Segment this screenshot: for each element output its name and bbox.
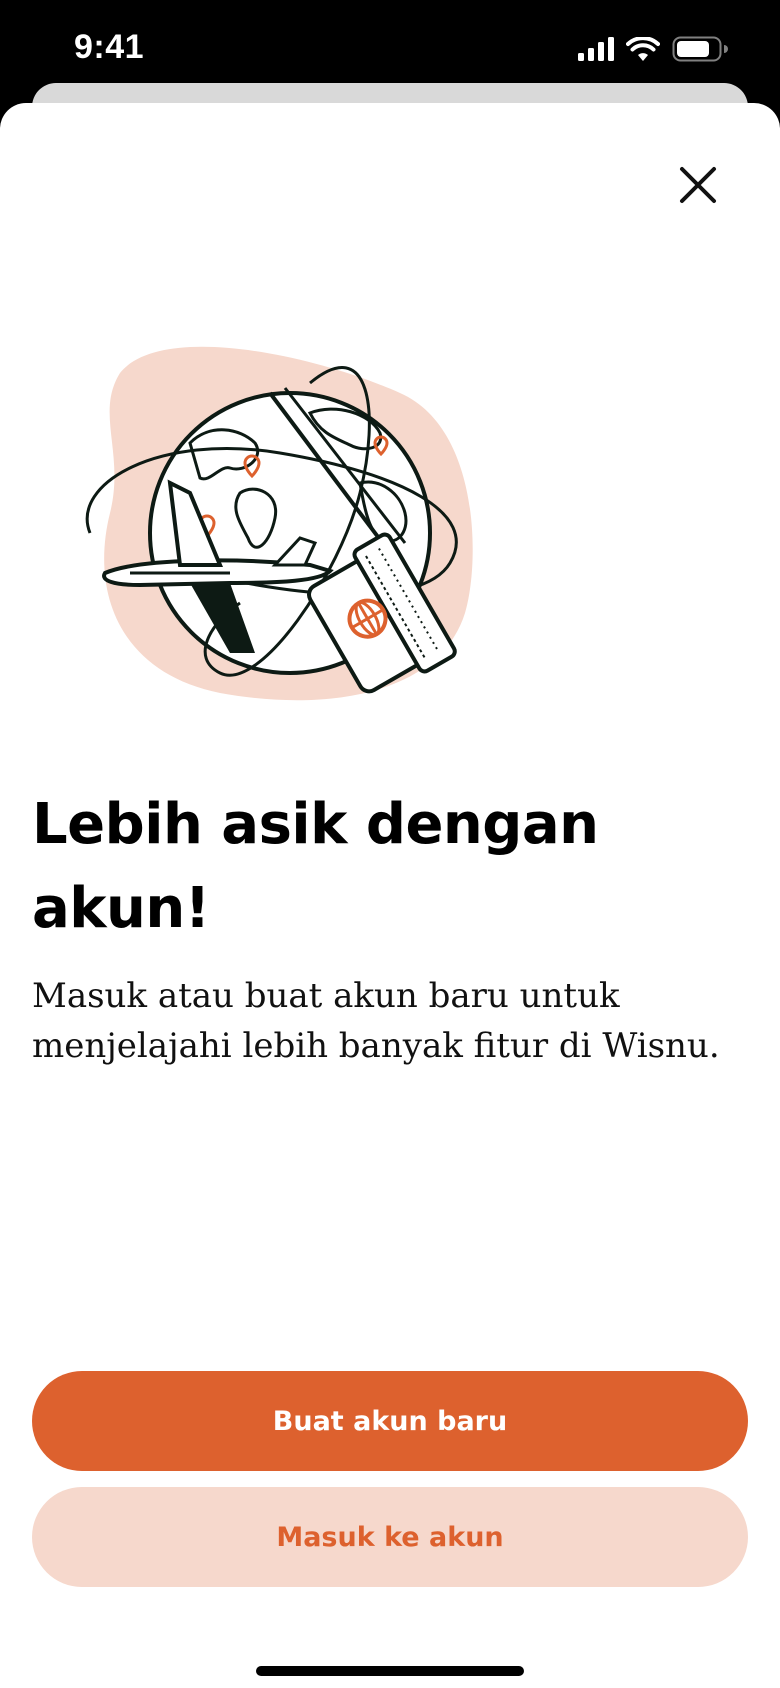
login-button[interactable]: Masuk ke akun (32, 1487, 748, 1587)
battery-icon (672, 36, 728, 62)
wifi-icon (626, 36, 660, 61)
close-icon (680, 167, 716, 203)
headline: Lebih asik dengan akun! (32, 792, 599, 941)
cellular-signal-icon (578, 37, 614, 61)
close-button[interactable] (676, 163, 720, 207)
login-prompt-sheet: Lebih asik dengan akun! Masuk atau buat … (0, 103, 780, 1688)
create-account-button[interactable]: Buat akun baru (32, 1371, 748, 1471)
phone-screen: 9:41 Lebih asik dengan akun! Masuk atau … (0, 0, 780, 1688)
globe-travel-illustration (85, 346, 473, 701)
status-icons (578, 36, 728, 62)
home-indicator (256, 1666, 524, 1676)
description-text: Masuk atau buat akun baru untuk menjelaj… (32, 976, 720, 1066)
status-time: 9:41 (74, 28, 145, 66)
